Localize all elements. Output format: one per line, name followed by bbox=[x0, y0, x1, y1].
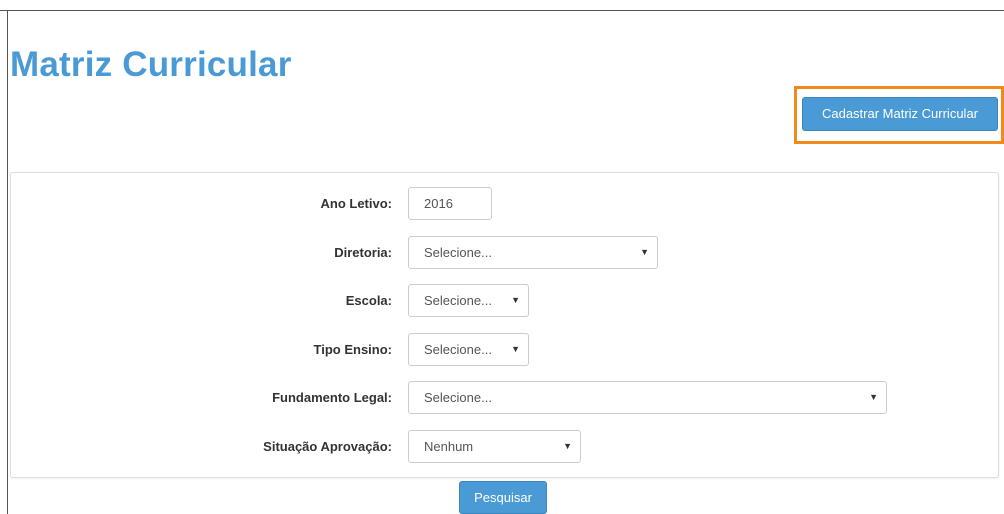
escola-value: Selecione... bbox=[424, 293, 492, 308]
caret-down-icon: ▼ bbox=[511, 295, 520, 305]
page-title: Matriz Curricular bbox=[10, 45, 292, 84]
tipo-ensino-value: Selecione... bbox=[424, 342, 492, 357]
ano-letivo-value: 2016 bbox=[424, 196, 453, 211]
tipo-ensino-select[interactable]: Selecione... ▼ bbox=[408, 333, 529, 366]
ano-letivo-label: Ano Letivo: bbox=[320, 196, 393, 211]
search-button[interactable]: Pesquisar bbox=[459, 481, 547, 514]
tipo-ensino-label: Tipo Ensino: bbox=[313, 342, 392, 357]
fundamento-legal-label: Fundamento Legal: bbox=[272, 390, 392, 405]
caret-down-icon: ▼ bbox=[640, 247, 649, 257]
caret-down-icon: ▼ bbox=[563, 441, 572, 451]
situacao-aprovacao-value: Nenhum bbox=[424, 439, 474, 454]
escola-label: Escola: bbox=[345, 293, 392, 308]
caret-down-icon: ▼ bbox=[511, 344, 520, 354]
caret-down-icon: ▼ bbox=[869, 392, 878, 402]
escola-select[interactable]: Selecione... ▼ bbox=[408, 284, 529, 317]
situacao-aprovacao-select[interactable]: Nenhum ▼ bbox=[408, 430, 581, 463]
diretoria-select[interactable]: Selecione... ▼ bbox=[408, 236, 658, 269]
diretoria-label: Diretoria: bbox=[334, 245, 392, 260]
register-matrix-button[interactable]: Cadastrar Matriz Curricular bbox=[802, 97, 998, 131]
window-frame-left bbox=[7, 10, 8, 514]
ano-letivo-input[interactable]: 2016 bbox=[408, 187, 492, 220]
window-frame-top bbox=[0, 10, 1004, 11]
fundamento-legal-select[interactable]: Selecione... ▼ bbox=[408, 381, 887, 414]
diretoria-value: Selecione... bbox=[424, 245, 492, 260]
fundamento-legal-value: Selecione... bbox=[424, 390, 492, 405]
situacao-aprovacao-label: Situação Aprovação: bbox=[263, 439, 392, 454]
